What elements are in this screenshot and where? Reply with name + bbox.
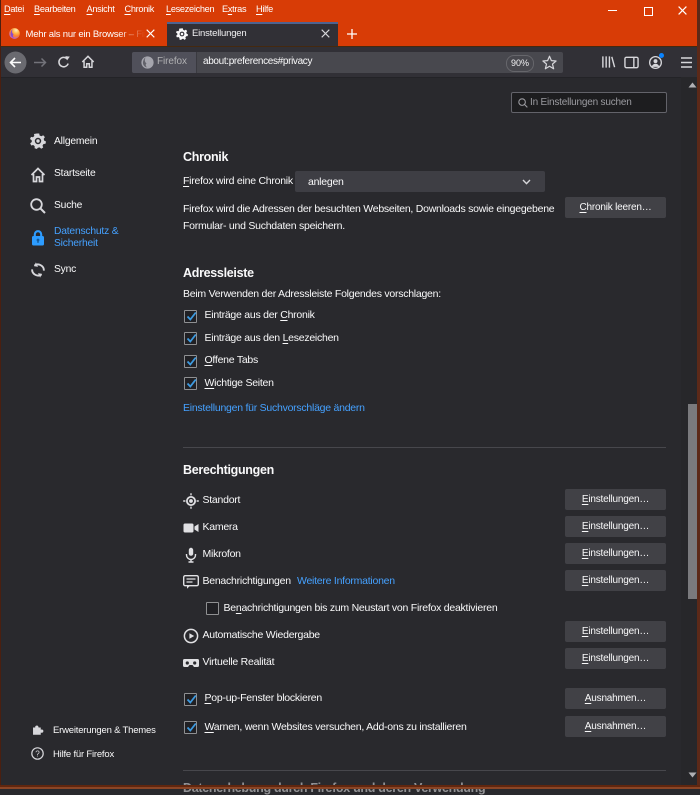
svg-text:?: ? <box>35 749 40 758</box>
